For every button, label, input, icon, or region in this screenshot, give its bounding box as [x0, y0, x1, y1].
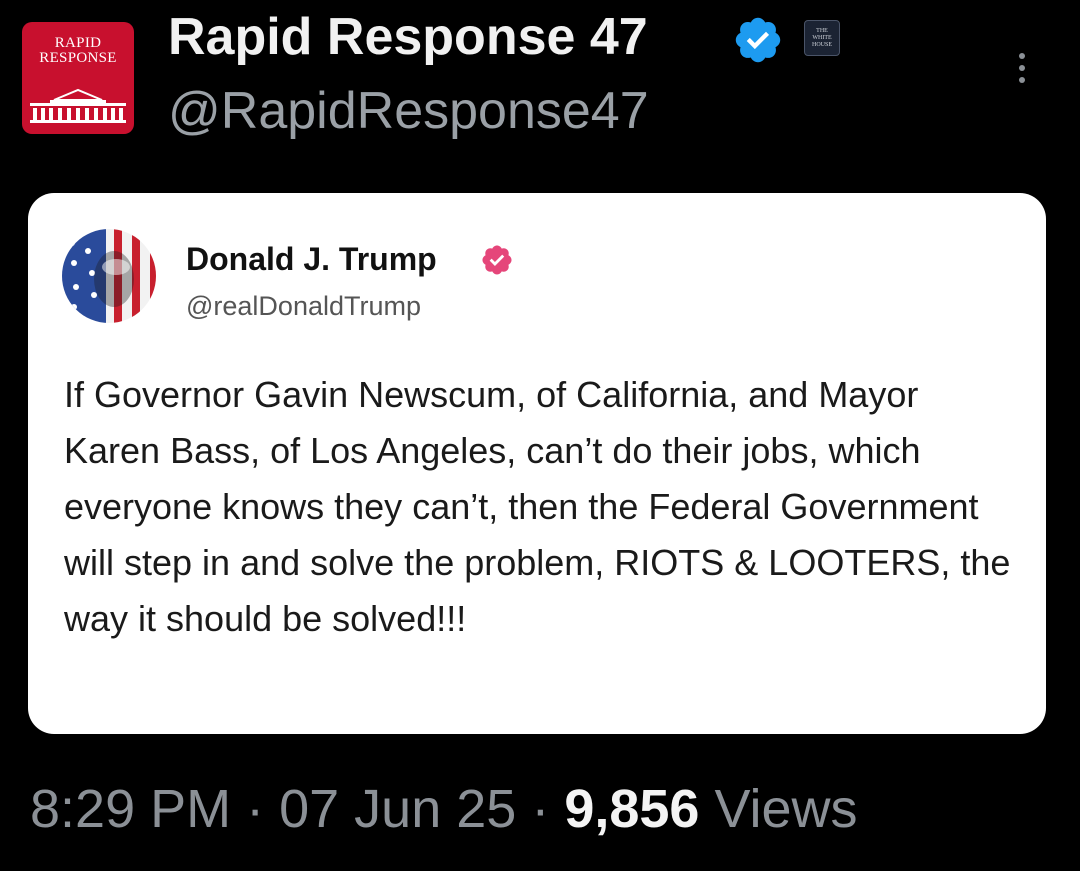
quoted-author-handle[interactable]: @realDonaldTrump [186, 289, 421, 323]
verified-badge-icon [735, 17, 781, 63]
white-house-affiliate-badge-icon[interactable]: THE WHITE HOUSE [804, 20, 840, 56]
white-house-logo-icon [30, 88, 126, 123]
avatar-logo-text: RAPID RESPONSE [39, 35, 117, 66]
quoted-post-card[interactable]: Donald J. Trump @realDonaldTrump If Gove… [28, 193, 1046, 734]
meta-separator: · [516, 779, 565, 839]
flag-portrait-icon [62, 229, 156, 323]
post-meta: 8:29 PM · 07 Jun 25 · 9,856 Views [30, 776, 858, 842]
post-time[interactable]: 8:29 PM [30, 779, 231, 839]
account-avatar[interactable]: RAPID RESPONSE [22, 22, 134, 134]
quoted-author-name[interactable]: Donald J. Trump [186, 239, 437, 279]
post-view: RAPID RESPONSE Rapid Response 47 THE WHI… [0, 0, 1080, 871]
more-options-icon[interactable] [1012, 50, 1032, 90]
meta-separator: · [231, 779, 280, 839]
views-count: 9,856 [564, 779, 700, 839]
account-handle[interactable]: @RapidResponse47 [168, 80, 649, 142]
account-name[interactable]: Rapid Response 47 [168, 6, 648, 68]
verified-badge-icon [482, 245, 512, 275]
views-label: Views [714, 779, 858, 839]
quoted-post-text: If Governor Gavin Newscum, of California… [64, 374, 1011, 639]
post-date[interactable]: 07 Jun 25 [279, 779, 516, 839]
quoted-author-avatar[interactable] [62, 229, 156, 323]
